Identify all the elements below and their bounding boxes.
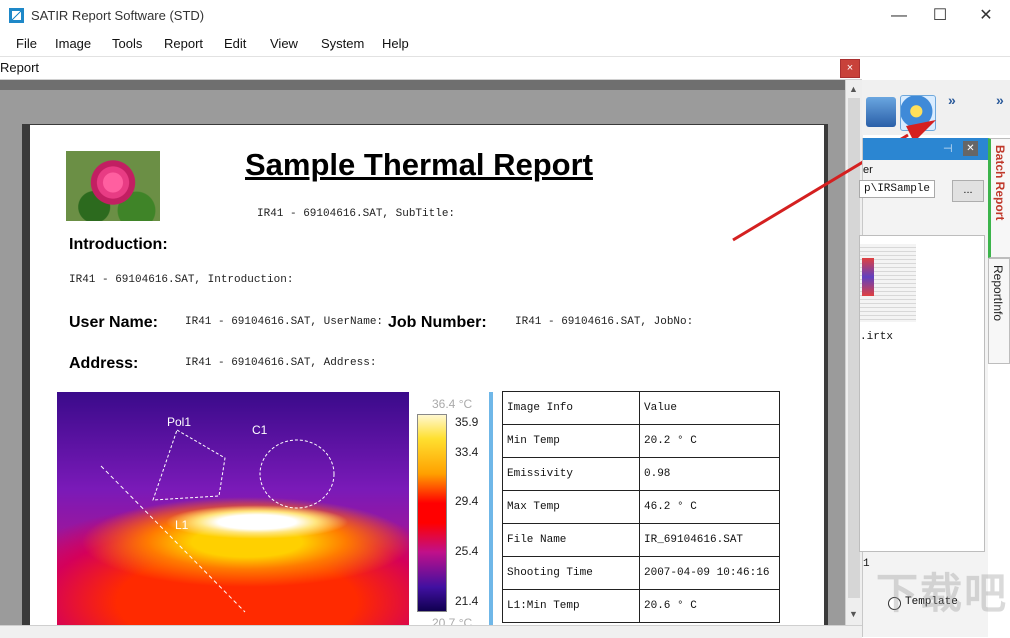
user-name-label: User Name: [69, 314, 158, 332]
introduction-label: Introduction: [69, 236, 168, 254]
scale-max-label: 36.4 °C [432, 397, 472, 411]
close-button[interactable]: ✕ [971, 5, 1001, 27]
row-key: L1:Min Temp [503, 590, 640, 623]
report-doc-icon[interactable] [866, 97, 896, 127]
status-bar [0, 625, 862, 638]
template-thumbnail[interactable] [860, 244, 916, 322]
tab-batch-report-label: Batch Report [993, 145, 1007, 220]
row-key: Min Temp [503, 425, 640, 458]
template-list[interactable]: .irtx [859, 235, 985, 552]
menu-edit[interactable]: Edit [224, 36, 246, 51]
menu-report[interactable]: Report [164, 36, 203, 51]
app-title: SATIR Report Software (STD) [31, 8, 204, 23]
app-logo-icon [9, 8, 24, 23]
scroll-down-icon[interactable]: ▼ [849, 609, 858, 619]
table-header-row: Image Info Value [503, 392, 780, 425]
tab-batch-report[interactable]: Batch Report [988, 138, 1010, 258]
pin-icon[interactable]: ⊣ [943, 142, 953, 155]
row-key: Shooting Time [503, 557, 640, 590]
header-image-info: Image Info [503, 392, 640, 425]
panel-close-icon[interactable]: ✕ [963, 141, 978, 156]
title-bar: SATIR Report Software (STD) — ☐ ✕ [0, 0, 1010, 32]
table-row: File Name IR_69104616.SAT [503, 524, 780, 557]
menu-bar: File Image Tools Report Edit View System… [0, 32, 1010, 57]
address-label: Address: [69, 355, 138, 373]
row-value: IR_69104616.SAT [640, 524, 780, 557]
minimize-button[interactable]: — [884, 5, 914, 27]
row-key: Max Temp [503, 491, 640, 524]
maximize-button[interactable]: ☐ [925, 5, 955, 27]
row-value: 2007-04-09 10:46:16 [640, 557, 780, 590]
menu-system[interactable]: System [321, 36, 364, 51]
color-scale-bar [417, 414, 447, 612]
thermal-image[interactable]: Pol1 C1 L1 [57, 392, 409, 635]
report-window-title: Report [0, 60, 39, 75]
scale-tick: 29.4 [455, 494, 478, 508]
c1-region[interactable] [260, 440, 334, 508]
report-subtitle: IR41 - 69104616.SAT, SubTitle: [257, 208, 455, 220]
pol1-region[interactable] [153, 430, 225, 500]
menu-help[interactable]: Help [382, 36, 409, 51]
menu-view[interactable]: View [270, 36, 298, 51]
splitter-handle[interactable] [489, 392, 493, 635]
table-row: Shooting Time 2007-04-09 10:46:16 [503, 557, 780, 590]
c1-label: C1 [252, 423, 267, 437]
batch-report-icon[interactable] [900, 95, 936, 131]
template-file-name[interactable]: .irtx [860, 331, 893, 343]
report-title: Sample Thermal Report [245, 147, 593, 183]
table-row: L1:Min Temp 20.6 ° C [503, 590, 780, 623]
header-value: Value [640, 392, 780, 425]
report-window-titlebar: Report [0, 57, 862, 80]
job-number-value: IR41 - 69104616.SAT, JobNo: [515, 316, 693, 328]
row-value: 20.2 ° C [640, 425, 780, 458]
folder-path-input[interactable] [859, 180, 935, 198]
tab-report-info-label: ReportInfo [991, 265, 1005, 321]
scroll-up-icon[interactable]: ▲ [849, 84, 858, 94]
row-value: 46.2 ° C [640, 491, 780, 524]
watermark-text: 下载吧 [876, 560, 1008, 621]
table-row: Min Temp 20.2 ° C [503, 425, 780, 458]
report-window-close-button[interactable]: × [840, 59, 860, 78]
table-row: Emissivity 0.98 [503, 458, 780, 491]
scale-tick: 33.4 [455, 445, 478, 459]
rose-image [66, 151, 160, 221]
l1-label: L1 [175, 518, 188, 532]
row-key: Emissivity [503, 458, 640, 491]
row-key: File Name [503, 524, 640, 557]
file-count: 1 [863, 558, 870, 570]
tab-report-info[interactable]: ReportInfo [988, 258, 1010, 364]
folder-label: er [863, 164, 873, 176]
pol1-label: Pol1 [167, 415, 191, 429]
job-number-label: Job Number: [388, 314, 487, 332]
menu-tools[interactable]: Tools [112, 36, 142, 51]
row-value: 0.98 [640, 458, 780, 491]
address-value: IR41 - 69104616.SAT, Address: [185, 357, 376, 369]
user-name-value: IR41 - 69104616.SAT, UserName: [185, 316, 383, 328]
scale-tick: 21.4 [455, 594, 478, 608]
right-toolbar: » » [862, 80, 1010, 135]
panel-header: ⊣ ✕ [863, 138, 988, 160]
report-page: Sample Thermal Report IR41 - 69104616.SA… [30, 125, 824, 635]
toolbar-overflow-icon[interactable]: » [996, 92, 1004, 108]
introduction-value: IR41 - 69104616.SAT, Introduction: [69, 274, 293, 286]
menu-file[interactable]: File [16, 36, 37, 51]
scale-tick: 25.4 [455, 544, 478, 558]
l1-line[interactable] [101, 466, 245, 612]
row-value: 20.6 ° C [640, 590, 780, 623]
scale-tick: 35.9 [455, 415, 478, 429]
browse-button[interactable]: ... [952, 180, 984, 202]
toolbar-chevron-icon[interactable]: » [948, 92, 956, 108]
table-row: Max Temp 46.2 ° C [503, 491, 780, 524]
thermal-overlay [57, 392, 409, 635]
image-info-table: Image Info Value Min Temp 20.2 ° C Emiss… [502, 391, 780, 623]
menu-image[interactable]: Image [55, 36, 91, 51]
canvas-top-band [0, 80, 845, 90]
